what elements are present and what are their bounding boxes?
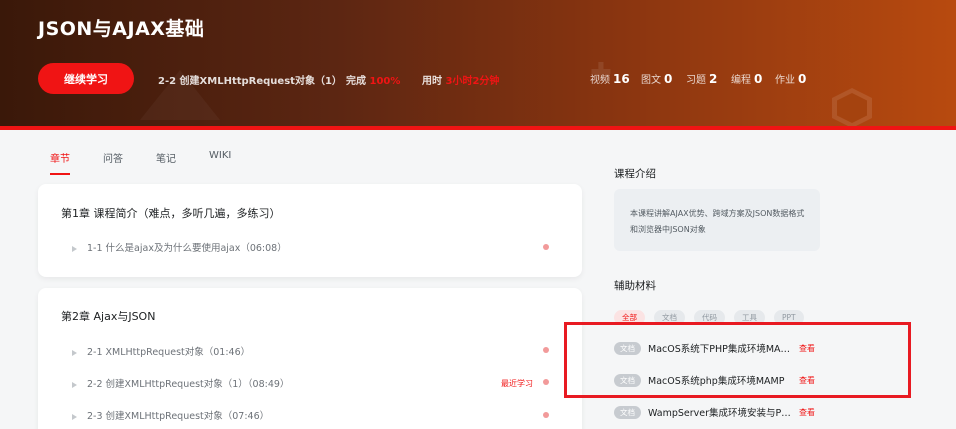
tab-chapters[interactable]: 章节 [50,150,70,175]
play-icon [72,245,77,252]
stat-article: 图文 0 [641,71,672,86]
stat-article-value: 0 [664,72,673,86]
complete-label: 完成 100% [346,72,400,87]
lesson-label: 1-1 什么是ajax及为什么要使用ajax（06:08） [87,243,287,254]
lesson-label: 2-2 创建XMLHttpRequest对象（1）（08:49） [87,379,290,390]
stat-exercise-value: 2 [709,72,718,86]
stat-exercise-label: 习题 [686,75,706,86]
stat-homework-label: 作业 [775,75,795,86]
progress-dot [543,244,549,250]
stat-video: 视频 16 [590,71,630,86]
content-tabs: 章节 问答 笔记 WIKI [50,150,264,175]
play-icon [72,381,77,388]
stat-article-label: 图文 [641,75,661,86]
progress-dot [543,412,549,418]
stat-exercise: 习题 2 [686,71,717,86]
lesson-label: 2-1 XMLHttpRequest对象（01:46） [87,347,251,358]
lesson-label: 2-3 创建XMLHttpRequest对象（07:46） [87,411,270,422]
stat-coding-label: 编程 [731,75,751,86]
time-label-text: 用时 [422,76,442,87]
complete-value: 100% [369,76,401,87]
view-link[interactable]: 查看 [799,407,815,418]
chapter-title: 第2章 Ajax与JSON [61,310,156,323]
stat-coding: 编程 0 [731,71,762,86]
stat-video-label: 视频 [590,75,610,86]
chapter-title: 第1章 课程简介（难点，多听几遍，多练习） [61,207,281,220]
tab-notes[interactable]: 笔记 [156,150,176,175]
continue-learning-button[interactable]: 继续学习 [38,63,134,94]
stat-video-value: 16 [613,72,630,86]
lesson-item[interactable]: 2-1 XMLHttpRequest对象（01:46） [72,344,250,358]
course-title: JSON与AJAX基础 [38,18,205,40]
lesson-item[interactable]: 2-3 创建XMLHttpRequest对象（07:46） [72,408,269,422]
chapter-card-1: 第1章 课程简介（难点，多听几遍，多练习） 1-1 什么是ajax及为什么要使用… [38,184,582,277]
annotation-highlight-box [564,322,911,398]
material-name: WampServer集成环境安装与PHP [648,408,791,419]
progress-dot [543,379,549,385]
stat-homework-value: 0 [798,72,807,86]
time-label: 用时 3小时2分钟 [422,72,499,87]
lesson-item[interactable]: 1-1 什么是ajax及为什么要使用ajax（06:08） [72,240,287,254]
stat-homework: 作业 0 [775,71,806,86]
lesson-item[interactable]: 2-2 创建XMLHttpRequest对象（1）（08:49） [72,376,289,390]
material-item: 文档 WampServer集成环境安装与PHP 查看 [614,404,815,420]
current-lesson[interactable]: 2-2 创建XMLHttpRequest对象（1） [158,72,342,87]
materials-heading: 辅助材料 [614,280,656,292]
tab-qa[interactable]: 问答 [103,150,123,175]
intro-heading: 课程介绍 [614,168,656,180]
chapter-card-2: 第2章 Ajax与JSON 2-1 XMLHttpRequest对象（01:46… [38,288,582,429]
tab-wiki[interactable]: WIKI [209,150,231,175]
time-value: 3小时2分钟 [445,76,500,87]
banner-divider [0,126,956,130]
material-tag: 文档 [614,405,641,419]
recent-study-badge: 最近学习 [501,379,533,388]
intro-text: 本课程讲解AJAX优势、跨域方案及JSON数据格式和浏览器中JSON对象 [614,189,820,251]
complete-label-text: 完成 [346,76,366,87]
play-icon [72,349,77,356]
play-icon [72,413,77,420]
stat-coding-value: 0 [754,72,763,86]
progress-dot [543,347,549,353]
